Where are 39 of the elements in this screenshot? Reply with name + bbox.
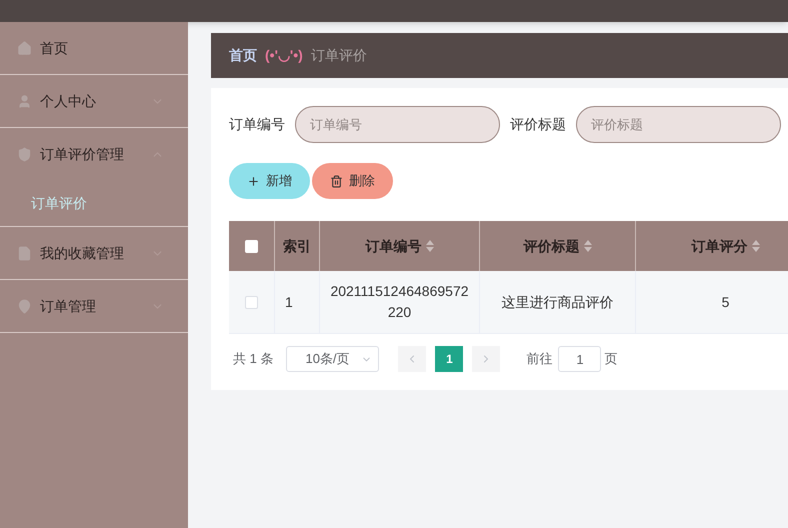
search-label: 评价标题: [510, 115, 566, 134]
goto-field[interactable]: 1: [558, 346, 602, 372]
page-size-select[interactable]: 10条/页: [286, 346, 380, 372]
sort-icon[interactable]: [752, 240, 760, 252]
plus-icon: [247, 174, 260, 188]
search-label: 订单编号: [229, 115, 285, 134]
page-suffix: 页: [604, 350, 618, 368]
row-checkbox[interactable]: [245, 296, 258, 308]
search-field[interactable]: 订单编号: [295, 106, 500, 143]
sidebar-subitem[interactable]: 订单评价: [0, 180, 188, 226]
table-cell-text: 这里进行商品评价: [502, 292, 614, 312]
sidebar-item[interactable]: 订单管理: [0, 280, 188, 332]
document-icon: [17, 246, 32, 260]
pin-icon: [17, 298, 32, 314]
prev-page-button[interactable]: [398, 346, 426, 372]
user-icon: [17, 94, 32, 108]
table-cell-text: 5: [722, 292, 730, 312]
shield-icon: [17, 146, 32, 162]
sidebar-item[interactable]: 首页: [0, 22, 188, 74]
breadcrumb-separator: (•'◡'•): [265, 46, 303, 65]
breadcrumb-current: 订单评价: [310, 46, 367, 65]
sidebar-item[interactable]: 我的收藏管理: [0, 227, 188, 279]
total-count: 共 1 条: [233, 350, 274, 368]
breadcrumb-home[interactable]: 首页: [229, 45, 257, 66]
search-field[interactable]: 评价标题: [576, 106, 781, 143]
sidebar-item[interactable]: 订单评价管理: [0, 128, 188, 180]
add-button[interactable]: 新增: [229, 163, 310, 199]
page-button[interactable]: 1: [435, 346, 464, 372]
sort-icon[interactable]: [426, 240, 434, 252]
table-cell-text: 202111512464869572220: [330, 282, 469, 322]
next-page-button[interactable]: [472, 346, 500, 372]
sort-icon[interactable]: [584, 240, 592, 252]
trash-icon: [330, 174, 343, 188]
header-checkbox[interactable]: [245, 240, 258, 252]
delete-button[interactable]: 删除: [312, 163, 393, 199]
goto-label: 前往: [526, 350, 552, 368]
table-cell-text: 1: [285, 292, 293, 312]
home-icon: [17, 40, 32, 56]
sidebar-item[interactable]: 个人中心: [0, 75, 188, 127]
